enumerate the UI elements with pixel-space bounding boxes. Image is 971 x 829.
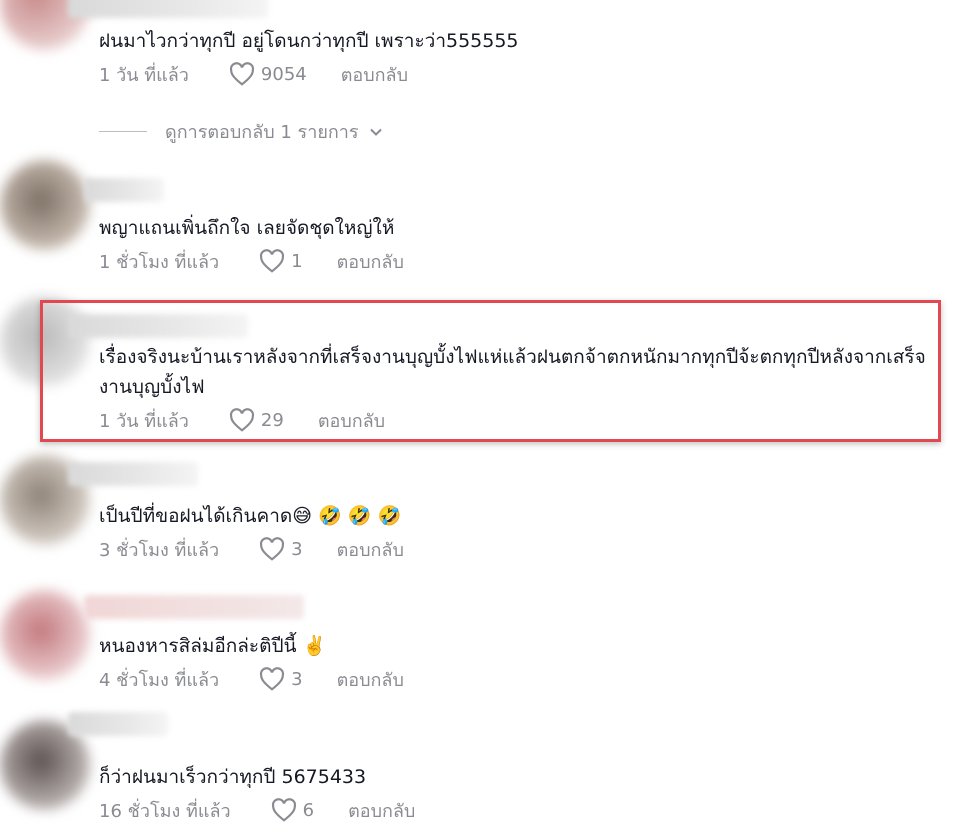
like-button[interactable]: 29 bbox=[229, 408, 284, 432]
comment-text: หนองหารสิล่มอีกล่ะติปีนี้ bbox=[99, 635, 297, 657]
chevron-down-icon bbox=[369, 128, 382, 136]
username-blurred[interactable] bbox=[84, 595, 304, 619]
comment-text: เรื่องจริงนะบ้านเราหลังจากที่เสร็จงานบุญ… bbox=[99, 346, 926, 398]
username-blurred[interactable] bbox=[68, 712, 168, 736]
like-count: 9054 bbox=[260, 63, 307, 85]
like-count: 3 bbox=[291, 668, 303, 690]
like-count: 3 bbox=[291, 538, 303, 560]
username-blurred[interactable] bbox=[68, 0, 268, 18]
view-replies-button[interactable]: ดูการตอบกลับ 1 รายการ bbox=[99, 117, 383, 146]
comment-item: ฝนมาไวกว่าทุกปี อยู่โดนกว่าทุกปี เพราะว่… bbox=[99, 26, 951, 90]
heart-outline-icon bbox=[229, 408, 254, 432]
comment-timestamp: 16 ชั่วโมง ที่แล้ว bbox=[99, 800, 231, 822]
comment-text-line: หนองหารสิล่มอีกล่ะติปีนี้ ✌️ bbox=[99, 631, 951, 661]
comment-item: ก็ว่าฝนมาเร็วกว่าทุกปี 5675433 16 ชั่วโม… bbox=[99, 762, 951, 826]
comment-timestamp: 4 ชั่วโมง ที่แล้ว bbox=[99, 669, 220, 691]
username-blurred[interactable] bbox=[84, 178, 164, 202]
like-count: 6 bbox=[302, 799, 315, 821]
emoji: 😅 🤣 🤣 🤣 bbox=[292, 505, 402, 527]
username-blurred[interactable] bbox=[68, 462, 198, 486]
like-button[interactable]: 9054 bbox=[229, 62, 307, 86]
like-button[interactable]: 1 bbox=[259, 249, 303, 273]
reply-button[interactable]: ตอบกลับ bbox=[341, 60, 408, 89]
heart-outline-icon bbox=[229, 62, 254, 86]
avatar[interactable] bbox=[0, 160, 90, 250]
like-button[interactable]: 6 bbox=[271, 798, 314, 822]
avatar[interactable] bbox=[0, 590, 90, 680]
divider bbox=[99, 131, 147, 132]
heart-outline-icon bbox=[260, 249, 285, 273]
comment-item: พญาแถนเพิ่นถึกใจ เลยจัดชุดใหญ่ให้ 1 ชั่ว… bbox=[99, 213, 951, 277]
comment-timestamp: 1 วัน ที่แล้ว bbox=[99, 410, 189, 432]
view-replies-label: ดูการตอบกลับ 1 รายการ bbox=[165, 122, 359, 143]
reply-button[interactable]: ตอบกลับ bbox=[337, 535, 404, 564]
like-button[interactable]: 3 bbox=[259, 667, 303, 691]
heart-outline-icon bbox=[271, 798, 296, 822]
heart-outline-icon bbox=[260, 667, 285, 691]
reply-button[interactable]: ตอบกลับ bbox=[337, 665, 404, 694]
reply-button[interactable]: ตอบกลับ bbox=[337, 247, 404, 276]
comment-text: ฝนมาไวกว่าทุกปี อยู่โดนกว่าทุกปี เพราะว่… bbox=[99, 30, 519, 52]
emoji: ✌️ bbox=[302, 635, 327, 657]
like-count: 29 bbox=[260, 409, 284, 431]
heart-outline-icon bbox=[260, 537, 285, 561]
comment-timestamp: 3 ชั่วโมง ที่แล้ว bbox=[99, 539, 220, 561]
like-button[interactable]: 3 bbox=[259, 537, 303, 561]
reply-button[interactable]: ตอบกลับ bbox=[348, 796, 415, 825]
comment-text: เป็นปีที่ขอฝนได้เกินคาด bbox=[99, 505, 293, 527]
comment-item: หนองหารสิล่มอีกล่ะติปีนี้ ✌️ 4 ชั่วโมง ท… bbox=[99, 631, 951, 695]
comment-text-line: เป็นปีที่ขอฝนได้เกินคาด😅 🤣 🤣 🤣 bbox=[99, 501, 951, 531]
reply-button[interactable]: ตอบกลับ bbox=[318, 406, 385, 435]
comment-item-highlighted: เรื่องจริงนะบ้านเราหลังจากที่เสร็จงานบุญ… bbox=[99, 342, 943, 436]
comment-timestamp: 1 ชั่วโมง ที่แล้ว bbox=[99, 251, 220, 273]
comment-text: พญาแถนเพิ่นถึกใจ เลยจัดชุดใหญ่ให้ bbox=[99, 217, 395, 239]
comment-timestamp: 1 วัน ที่แล้ว bbox=[99, 64, 189, 86]
comment-text: ก็ว่าฝนมาเร็วกว่าทุกปี 5675433 bbox=[99, 766, 367, 788]
like-count: 1 bbox=[291, 250, 303, 272]
comment-item: เป็นปีที่ขอฝนได้เกินคาด😅 🤣 🤣 🤣 3 ชั่วโมง… bbox=[99, 501, 951, 565]
